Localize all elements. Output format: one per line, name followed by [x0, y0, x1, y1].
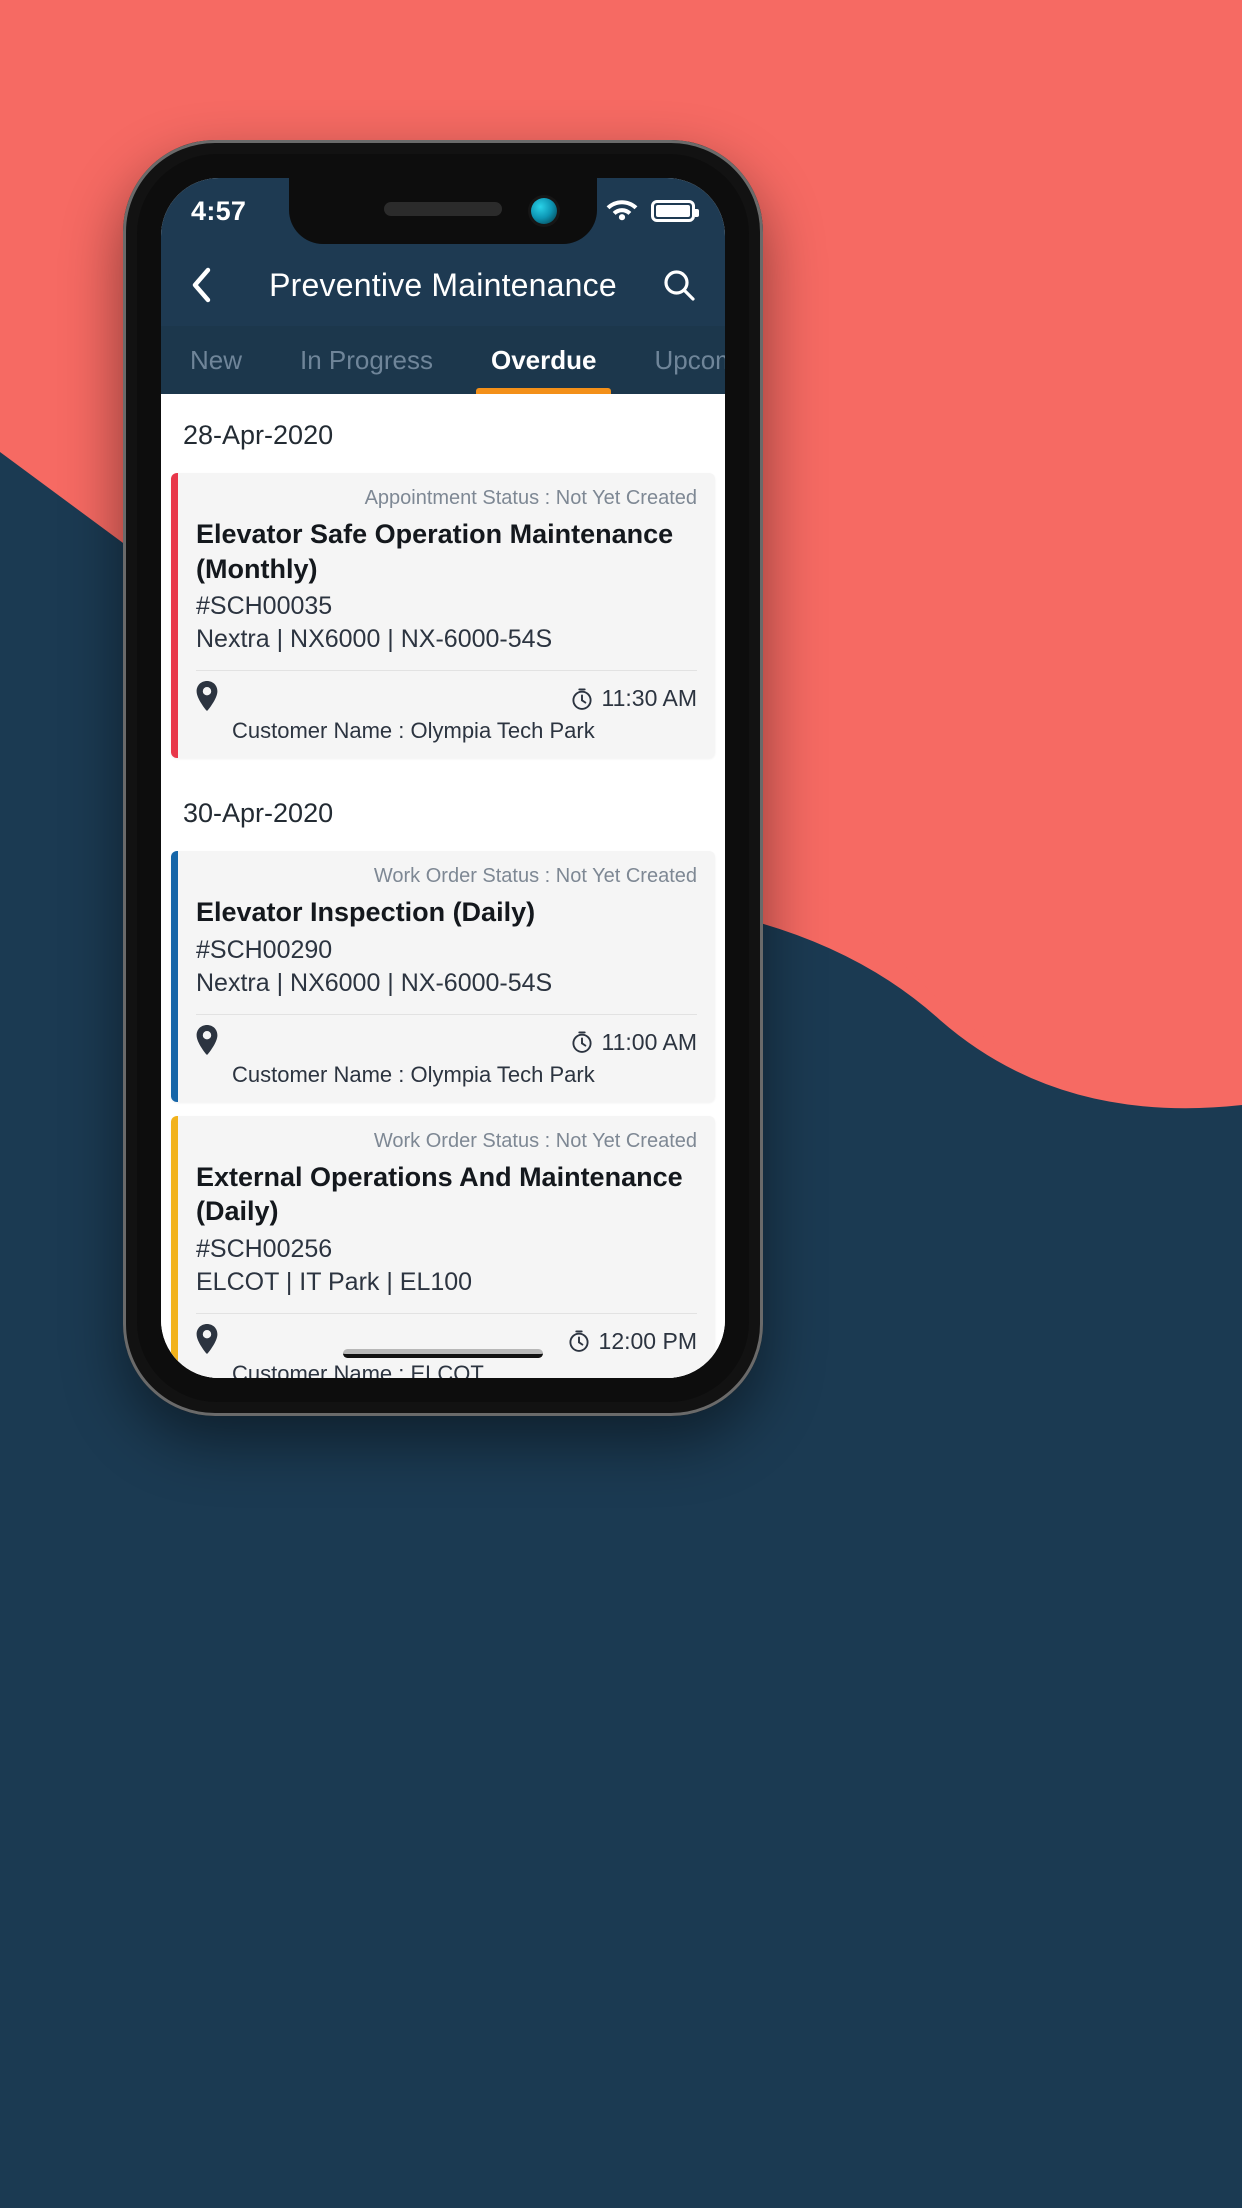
card-time-label: 11:30 AM — [601, 685, 697, 712]
card-title: Elevator Inspection (Daily) — [196, 897, 536, 928]
card-time: 11:00 AM — [570, 1029, 697, 1056]
phone-mockup: 4:57 Preventive Maintenance New In Progr… — [123, 140, 763, 1416]
app-bar: Preventive Maintenance — [161, 244, 725, 326]
wifi-icon — [606, 197, 638, 226]
tab-label: In Progress — [300, 344, 433, 375]
stopwatch-icon — [571, 1031, 592, 1053]
earpiece-speaker — [384, 202, 502, 216]
card-accent-bar — [171, 473, 178, 759]
chevron-left-icon — [192, 267, 211, 303]
date-group-header: 28-Apr-2020 — [183, 420, 334, 450]
card-footer-row: 11:00 AM — [196, 1024, 697, 1060]
card-asset: Nextra | NX6000 | NX-6000-54S — [196, 968, 553, 997]
card-time-label: 12:00 PM — [598, 1327, 697, 1354]
card-customer: Customer Name : Olympia Tech Park — [232, 1061, 595, 1087]
schedule-card[interactable]: Appointment Status : Not Yet Created Ele… — [171, 473, 715, 759]
card-title: External Operations And Maintenance (Dai… — [196, 1161, 683, 1227]
card-status: Work Order Status : Not Yet Created — [373, 1129, 697, 1152]
card-top: Appointment Status : Not Yet Created Ele… — [178, 473, 715, 670]
card-body: Work Order Status : Not Yet Created Elev… — [178, 851, 715, 1102]
search-icon — [664, 270, 695, 301]
schedule-list[interactable]: 28-Apr-2020 Appointment Status : Not Yet… — [161, 394, 725, 1378]
card-accent-bar — [171, 851, 178, 1102]
card-customer: Customer Name : Olympia Tech Park — [232, 718, 595, 744]
tab-label: Upcoming — [654, 344, 725, 375]
card-status: Appointment Status : Not Yet Created — [364, 487, 697, 509]
search-button[interactable] — [651, 267, 697, 303]
card-code: #SCH00256 — [196, 1234, 333, 1263]
card-top: Work Order Status : Not Yet Created Elev… — [178, 851, 715, 1014]
status-bar-time: 4:57 — [191, 195, 247, 226]
schedule-card[interactable]: Work Order Status : Not Yet Created Elev… — [171, 851, 715, 1102]
card-footer: 12:00 PM Customer Name : ELCOT — [178, 1314, 715, 1378]
card-customer: Customer Name : ELCOT — [232, 1360, 484, 1378]
card-footer: 11:00 AM Customer Name : Olympia Tech Pa… — [178, 1015, 715, 1102]
front-camera-icon — [531, 198, 557, 224]
map-pin-icon — [196, 681, 222, 716]
card-time: 11:30 AM — [570, 685, 697, 712]
card-footer-row: 11:30 AM — [196, 681, 697, 716]
phone-screen: 4:57 Preventive Maintenance New In Progr… — [161, 178, 725, 1378]
date-group-header: 30-Apr-2020 — [183, 798, 334, 829]
card-time: 12:00 PM — [567, 1328, 697, 1355]
back-button[interactable] — [189, 265, 235, 305]
tab-new[interactable]: New — [161, 326, 271, 394]
card-code: #SCH00035 — [196, 592, 333, 621]
card-asset: ELCOT | IT Park | EL100 — [196, 1267, 473, 1296]
page-title: Preventive Maintenance — [269, 266, 617, 303]
tab-in-progress[interactable]: In Progress — [271, 326, 462, 394]
card-code: #SCH00290 — [196, 935, 333, 964]
card-top: Work Order Status : Not Yet Created Exte… — [178, 1116, 715, 1313]
card-time-label: 11:00 AM — [601, 1028, 697, 1055]
card-status: Work Order Status : Not Yet Created — [373, 865, 697, 888]
phone-notch — [289, 178, 597, 244]
tab-bar[interactable]: New In Progress Overdue Upcoming History — [161, 326, 725, 394]
card-title: Elevator Safe Operation Maintenance (Mon… — [196, 519, 674, 584]
tab-label: New — [190, 344, 243, 375]
tab-upcoming[interactable]: Upcoming — [625, 326, 725, 394]
schedule-card[interactable]: Work Order Status : Not Yet Created Exte… — [171, 1115, 715, 1378]
card-asset: Nextra | NX6000 | NX-6000-54S — [196, 625, 553, 654]
map-pin-icon — [196, 1323, 222, 1359]
stopwatch-icon — [571, 688, 592, 710]
card-footer: 11:30 AM Customer Name : Olympia Tech Pa… — [178, 671, 715, 758]
tab-label: Overdue — [490, 344, 597, 375]
map-pin-icon — [196, 1024, 222, 1060]
home-indicator[interactable] — [343, 1349, 543, 1358]
card-body: Appointment Status : Not Yet Created Ele… — [178, 473, 715, 758]
battery-full-icon — [651, 200, 699, 222]
card-accent-bar — [171, 1115, 178, 1378]
card-body: Work Order Status : Not Yet Created Exte… — [178, 1116, 715, 1378]
tab-overdue[interactable]: Overdue — [462, 326, 626, 394]
stopwatch-icon — [568, 1330, 589, 1353]
